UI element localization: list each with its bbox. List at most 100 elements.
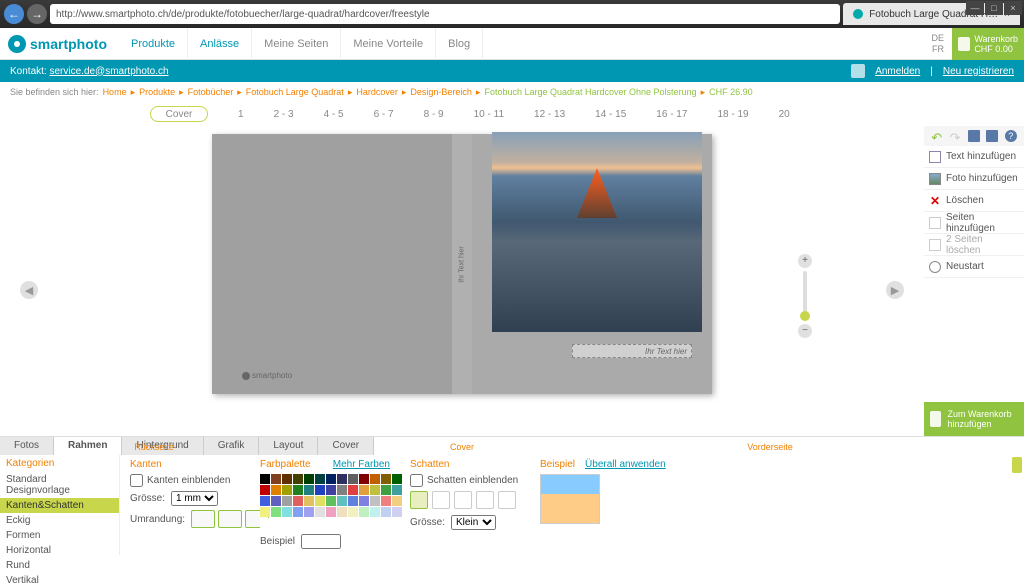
nav-anlaesse[interactable]: Anlässe — [188, 28, 252, 60]
cat-formen[interactable]: Formen — [0, 528, 119, 543]
back-button[interactable]: ← — [4, 4, 24, 24]
color-swatch[interactable] — [337, 485, 347, 495]
cat-standard[interactable]: Standard Designvorlage — [0, 472, 119, 498]
color-swatch[interactable] — [315, 474, 325, 484]
color-swatch[interactable] — [282, 507, 292, 517]
save-as-icon[interactable] — [986, 130, 998, 142]
crumb-large-quadrat[interactable]: Fotobuch Large Quadrat — [246, 87, 344, 97]
cat-horizontal[interactable]: Horizontal — [0, 543, 119, 558]
page-20[interactable]: 20 — [779, 109, 790, 120]
language-switch[interactable]: DEFR — [931, 33, 944, 55]
color-swatch[interactable] — [271, 485, 281, 495]
apply-all-link[interactable]: Überall anwenden — [585, 459, 666, 474]
color-swatch[interactable] — [260, 518, 270, 528]
book-back-cover[interactable] — [212, 134, 452, 394]
color-swatch[interactable] — [293, 507, 303, 517]
add-photo-button[interactable]: Foto hinzufügen — [924, 168, 1024, 190]
color-swatch[interactable] — [370, 485, 380, 495]
color-swatch[interactable] — [282, 474, 292, 484]
forward-button[interactable]: → — [27, 4, 47, 24]
save-icon[interactable] — [968, 130, 980, 142]
color-swatch[interactable] — [282, 485, 292, 495]
delete-pages-button[interactable]: 2 Seiten löschen — [924, 234, 1024, 256]
page-18-19[interactable]: 18 - 19 — [717, 109, 748, 120]
palette-example-input[interactable] — [301, 534, 341, 549]
book-spine[interactable]: Ihr Text hier — [452, 134, 472, 394]
panel-collapse-handle[interactable] — [1012, 457, 1022, 473]
color-swatch[interactable] — [293, 496, 303, 506]
color-swatch[interactable] — [315, 496, 325, 506]
color-swatch[interactable] — [260, 485, 270, 495]
delete-button[interactable]: ✕Löschen — [924, 190, 1024, 212]
shadow-show-checkbox[interactable]: Schatten einblenden — [410, 474, 520, 487]
next-page-button[interactable]: ▶ — [886, 281, 904, 299]
zoom-in-button[interactable]: + — [798, 254, 812, 268]
zoom-thumb[interactable] — [800, 311, 810, 321]
color-swatch[interactable] — [337, 507, 347, 517]
color-swatch[interactable] — [359, 485, 369, 495]
more-colors-link[interactable]: Mehr Farben — [333, 459, 390, 474]
color-swatch[interactable] — [348, 485, 358, 495]
cat-kanten-schatten[interactable]: Kanten&Schatten — [0, 498, 119, 513]
color-swatch[interactable] — [326, 474, 336, 484]
color-swatch[interactable] — [348, 507, 358, 517]
color-swatch[interactable] — [381, 496, 391, 506]
shadow-style-picker[interactable] — [410, 491, 520, 509]
cat-rund[interactable]: Rund — [0, 558, 119, 573]
page-14-15[interactable]: 14 - 15 — [595, 109, 626, 120]
page-6-7[interactable]: 6 - 7 — [374, 109, 394, 120]
book-preview[interactable]: Ihr Text hier Ihr Text hier smartphoto — [212, 134, 712, 394]
page-10-11[interactable]: 10 - 11 — [474, 109, 504, 120]
color-swatch[interactable] — [282, 496, 292, 506]
page-cover[interactable]: Cover — [150, 106, 208, 122]
color-swatch[interactable] — [326, 507, 336, 517]
redo-icon[interactable]: ↷ — [950, 130, 962, 142]
register-link[interactable]: Neu registrieren — [943, 66, 1014, 77]
color-swatch[interactable] — [381, 485, 391, 495]
page-16-17[interactable]: 16 - 17 — [656, 109, 687, 120]
zoom-slider[interactable]: + − — [798, 254, 812, 344]
maximize-button[interactable]: □ — [985, 1, 1003, 15]
color-swatch[interactable] — [304, 485, 314, 495]
color-swatch[interactable] — [370, 507, 380, 517]
color-swatch[interactable] — [359, 507, 369, 517]
nav-meine-seiten[interactable]: Meine Seiten — [252, 28, 341, 60]
cart-button[interactable]: WarenkorbCHF 0.00 — [952, 28, 1024, 60]
color-swatch[interactable] — [326, 496, 336, 506]
color-swatch[interactable] — [304, 507, 314, 517]
color-swatch[interactable] — [348, 474, 358, 484]
crumb-hardcover[interactable]: Hardcover — [356, 87, 398, 97]
color-swatch[interactable] — [271, 474, 281, 484]
color-swatch[interactable] — [359, 474, 369, 484]
color-swatch[interactable] — [260, 474, 270, 484]
color-swatch[interactable] — [260, 496, 270, 506]
crumb-produkte[interactable]: Produkte — [139, 87, 175, 97]
color-swatch[interactable] — [304, 474, 314, 484]
cover-photo[interactable] — [492, 132, 702, 332]
crumb-home[interactable]: Home — [103, 87, 127, 97]
nav-meine-vorteile[interactable]: Meine Vorteile — [341, 28, 436, 60]
brand-logo[interactable]: smartphoto — [8, 35, 107, 53]
minimize-button[interactable]: — — [966, 1, 984, 15]
add-text-button[interactable]: Text hinzufügen — [924, 146, 1024, 168]
crumb-fotobuecher[interactable]: Fotobücher — [188, 87, 234, 97]
color-swatch[interactable] — [370, 474, 380, 484]
add-to-cart-button[interactable]: Zum Warenkorb hinzufügen — [924, 402, 1024, 436]
zoom-out-button[interactable]: − — [798, 324, 812, 338]
page-4-5[interactable]: 4 - 5 — [324, 109, 344, 120]
zoom-track[interactable] — [803, 271, 807, 321]
color-swatch[interactable] — [304, 496, 314, 506]
color-swatch[interactable] — [271, 496, 281, 506]
restart-button[interactable]: Neustart — [924, 256, 1024, 278]
close-button[interactable]: × — [1004, 1, 1022, 15]
cat-vertikal[interactable]: Vertikal — [0, 573, 119, 588]
edges-size-select[interactable]: 1 mm — [171, 491, 218, 506]
add-pages-button[interactable]: Seiten hinzufügen — [924, 212, 1024, 234]
color-swatch[interactable] — [337, 496, 347, 506]
color-swatch[interactable] — [326, 485, 336, 495]
color-swatch[interactable] — [348, 496, 358, 506]
color-palette[interactable] — [260, 474, 390, 528]
contact-email-link[interactable]: service.de@smartphoto.ch — [49, 66, 168, 77]
url-bar[interactable]: http://www.smartphoto.ch/de/produkte/fot… — [50, 4, 840, 24]
cover-text-field[interactable]: Ihr Text hier — [572, 344, 692, 358]
